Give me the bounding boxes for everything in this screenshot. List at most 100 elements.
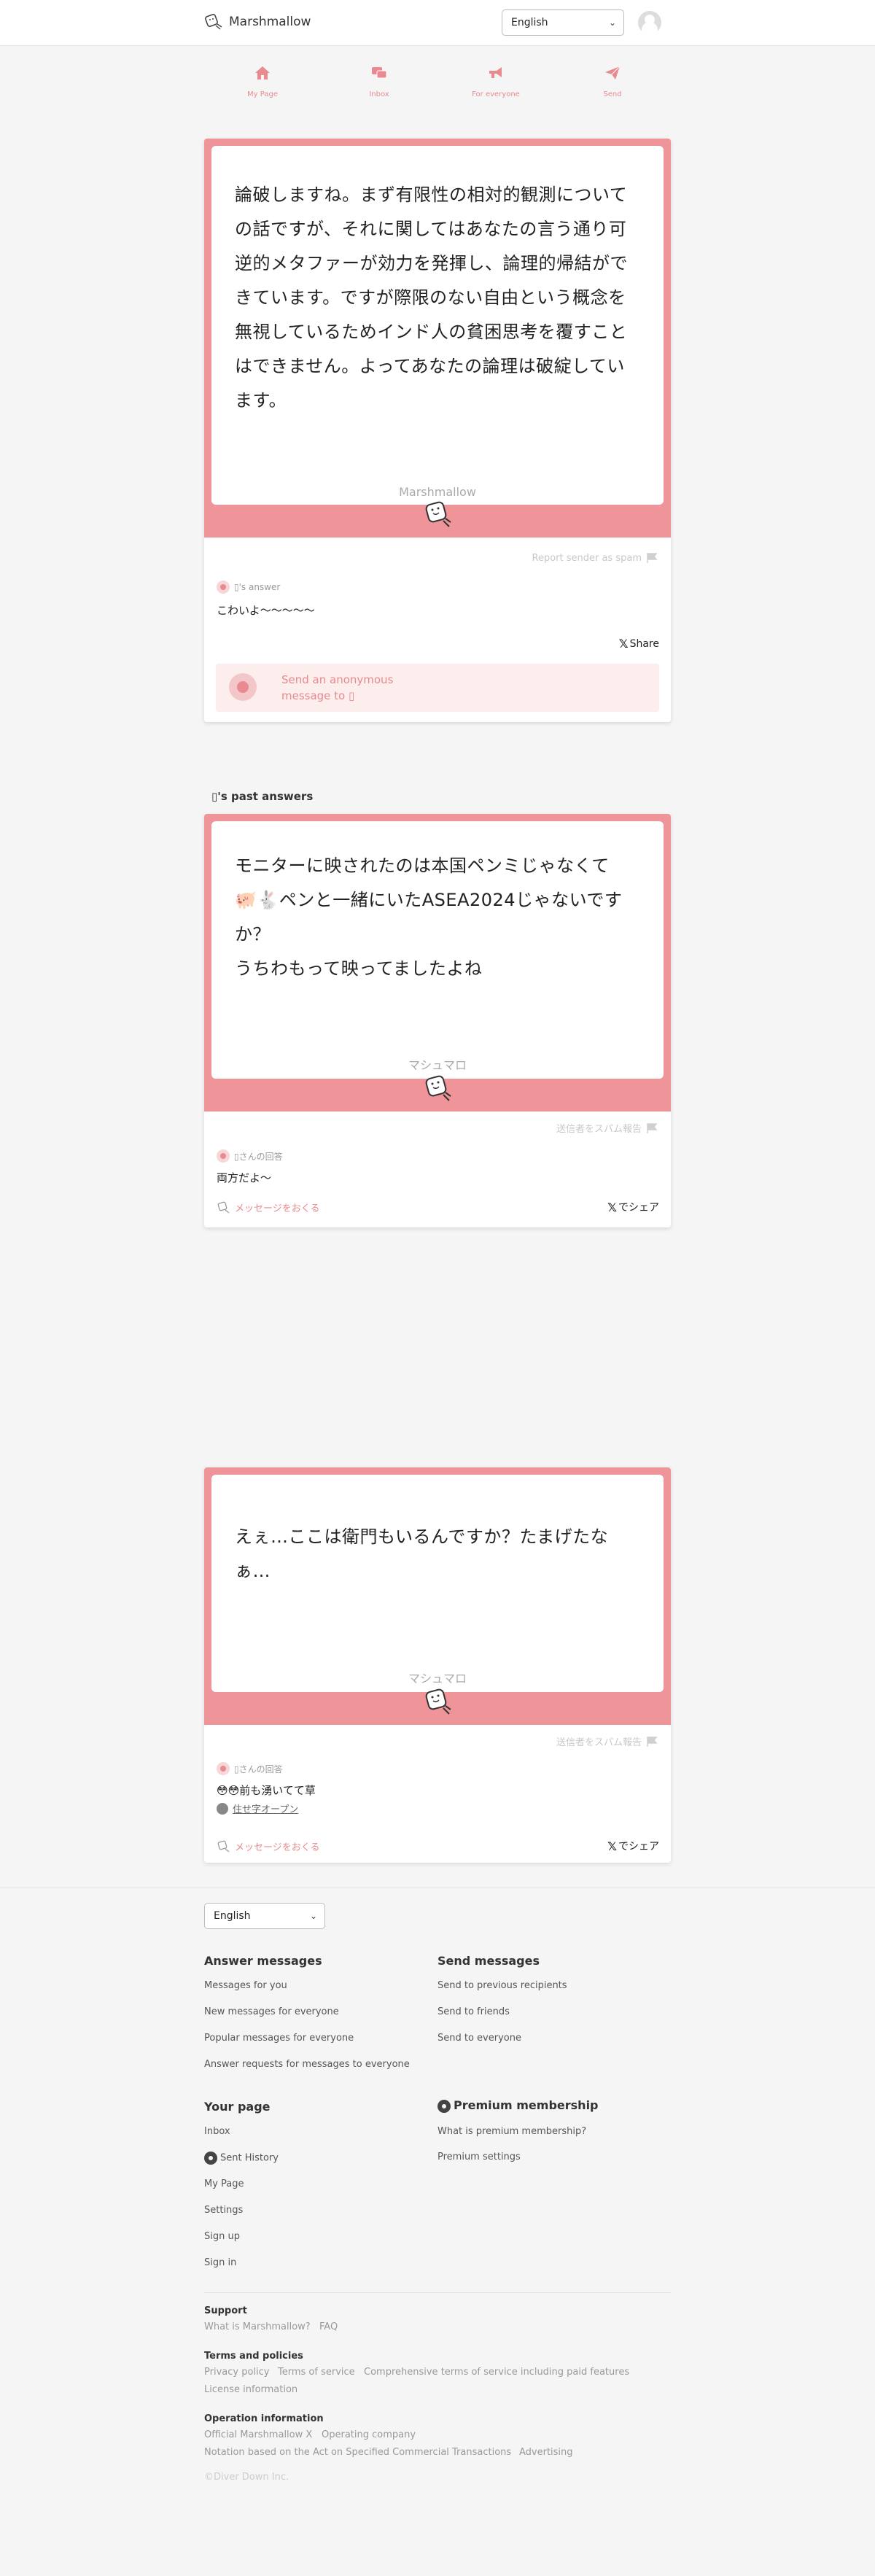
flag-icon — [647, 1736, 658, 1747]
answer-sub-line: 住せ字オープン — [217, 1801, 298, 1815]
footer-sent-history-link[interactable]: Sent History — [204, 2152, 279, 2165]
user-avatar[interactable] — [638, 11, 661, 34]
send-messages-title: Send messages — [438, 1954, 540, 1968]
footer-link[interactable]: Settings — [204, 2205, 243, 2216]
copyright: ©Diver Down Inc. — [204, 2472, 289, 2483]
footer-link[interactable]: Answer requests for messages to everyone — [204, 2059, 410, 2070]
message-inner: 論破しますね。まず有限性の相対的観測についての話ですが、それに関してはあなたの言… — [211, 146, 664, 505]
info-icon — [217, 1802, 228, 1815]
recipient-avatar — [229, 673, 257, 701]
answer-header: ▯'s answer — [204, 581, 280, 594]
answerer-avatar — [217, 1149, 230, 1163]
chevron-down-icon: ⌄ — [309, 1911, 317, 1921]
message-inner: えぇ…ここは衛門もいるんですか？たまげたな ぁ… マシュマロ — [211, 1475, 664, 1692]
flag-icon — [647, 553, 658, 563]
answer-text: 両方だよ〜 — [217, 1171, 272, 1184]
past-answer-card: モニターに映されたのは本国ペンミじゃなくて 🐖🐇ペンと一緒にいたASEA2024… — [204, 814, 671, 1227]
answer-label: ▯さんの回答 — [234, 1764, 283, 1774]
footer-link[interactable]: Send to previous recipients — [438, 1980, 567, 1991]
operation-title: Operation information — [204, 2413, 324, 2424]
share-label: Share — [629, 637, 659, 650]
footer-small-link[interactable]: Privacy policy — [204, 2367, 269, 2378]
footer-link[interactable]: Send to friends — [438, 2006, 510, 2017]
premium-badge-icon — [438, 2099, 451, 2113]
answer-sub-text[interactable]: 住せ字オープン — [233, 1801, 298, 1815]
language-value: English — [511, 17, 548, 28]
share-button[interactable]: 𝕏 Share — [619, 637, 659, 651]
message-line: 🐖🐇ペンと一緒にいたASEA2024じゃないです — [235, 890, 623, 910]
footer-small-link[interactable]: FAQ — [319, 2321, 338, 2332]
footer-small-link[interactable]: License information — [204, 2384, 298, 2395]
language-value: English — [214, 1910, 251, 1922]
footer-small-link[interactable]: Operating company — [322, 2429, 416, 2440]
nav-label: For everyone — [472, 90, 520, 98]
nav-label: My Page — [247, 90, 278, 98]
footer-link[interactable]: New messages for everyone — [204, 2006, 339, 2017]
nav-label: Send — [603, 90, 622, 98]
brand-name: Marshmallow — [229, 15, 311, 29]
nav-send[interactable]: Send — [554, 62, 671, 99]
marshmallow-small-icon — [217, 1201, 230, 1214]
share-button[interactable]: 𝕏 でシェア — [607, 1839, 659, 1853]
footer-small-link[interactable]: Comprehensive terms of service including… — [364, 2367, 629, 2378]
logo[interactable]: Marshmallow — [204, 13, 311, 31]
report-spam-link[interactable]: 送信者をスパム報告 — [556, 1734, 671, 1748]
premium-badge-icon — [204, 2152, 217, 2165]
footer-link[interactable]: My Page — [204, 2179, 244, 2189]
marshmallow-mascot-icon — [425, 501, 451, 527]
past-answer-card: えぇ…ここは衛門もいるんですか？たまげたな ぁ… マシュマロ 送信者をスパム報告… — [204, 1467, 671, 1863]
report-spam-link[interactable]: 送信者をスパム報告 — [556, 1121, 671, 1135]
send-message-link[interactable]: メッセージをおくる — [217, 1200, 319, 1214]
flag-icon — [647, 1122, 658, 1133]
answer-header: ▯さんの回答 — [204, 1149, 283, 1163]
message-line: うちわもって映ってましたよね — [235, 958, 483, 979]
send-label: メッセージをおくる — [235, 1203, 320, 1214]
footer-link[interactable]: Send to everyone — [438, 2033, 521, 2044]
footer-link[interactable]: Sign up — [204, 2231, 240, 2242]
send-anonymous-message-button[interactable]: Send an anonymous message to ▯ — [216, 664, 659, 712]
home-icon — [255, 66, 270, 79]
nav-inbox[interactable]: Inbox — [321, 62, 438, 99]
main-nav: My Page Inbox For everyone Send — [204, 62, 671, 99]
paper-plane-icon — [605, 66, 621, 79]
message-frame: えぇ…ここは衛門もいるんですか？たまげたな ぁ… マシュマロ — [204, 1467, 671, 1725]
answerer-avatar — [217, 581, 230, 594]
footer-small-link[interactable]: Terms of service — [278, 2367, 355, 2378]
inbox-icon — [372, 67, 387, 79]
footer-link[interactable]: What is premium membership? — [438, 2126, 586, 2137]
main-message-card: 論破しますね。まず有限性の相対的観測についての話ですが、それに関してはあなたの言… — [204, 139, 671, 722]
footer-small-link[interactable]: Notation based on the Act on Specified C… — [204, 2447, 511, 2458]
message-frame: モニターに映されたのは本国ペンミじゃなくて 🐖🐇ペンと一緒にいたASEA2024… — [204, 814, 671, 1112]
message-text: 論破しますね。まず有限性の相対的観測についての話ですが、それに関してはあなたの言… — [235, 185, 628, 411]
report-spam-link[interactable]: Report sender as spam — [532, 552, 672, 564]
message-inner: モニターに映されたのは本国ペンミじゃなくて 🐖🐇ペンと一緒にいたASEA2024… — [211, 821, 664, 1079]
message-line: か？ — [235, 924, 271, 944]
answer-text: 😳😳前も湧いてて草 — [217, 1784, 316, 1797]
footer-small-link[interactable]: Advertising — [519, 2447, 573, 2458]
message-brand: マシュマロ — [408, 1672, 467, 1685]
marshmallow-mascot-icon — [425, 1075, 451, 1101]
footer-link[interactable]: Sign in — [204, 2257, 236, 2268]
send-message-link[interactable]: メッセージをおくる — [217, 1839, 319, 1853]
footer-link[interactable]: Messages for you — [204, 1980, 287, 1991]
share-button[interactable]: 𝕏 でシェア — [607, 1200, 659, 1214]
footer-small-link[interactable]: What is Marshmallow? — [204, 2321, 311, 2332]
site-header: Marshmallow English ⌄ — [0, 0, 875, 46]
footer-small-link[interactable]: Official Marshmallow X — [204, 2429, 312, 2440]
nav-my-page[interactable]: My Page — [204, 62, 321, 99]
share-label: でシェア — [618, 1202, 659, 1214]
nav-for-everyone[interactable]: For everyone — [438, 62, 554, 99]
message-frame: 論破しますね。まず有限性の相対的観測についての話ですが、それに関してはあなたの言… — [204, 139, 671, 538]
footer-language-select[interactable]: English ⌄ — [204, 1903, 325, 1929]
footer-link[interactable]: Popular messages for everyone — [204, 2033, 354, 2044]
answer-text: こわいよ〜〜〜〜〜 — [217, 604, 315, 617]
message-brand: Marshmallow — [399, 485, 476, 499]
footer-link[interactable]: Inbox — [204, 2126, 230, 2137]
message-line: えぇ…ここは衛門もいるんですか？たまげたな — [235, 1526, 609, 1547]
answer-label: ▯'s answer — [234, 582, 281, 592]
send-label: メッセージをおくる — [235, 1842, 320, 1853]
message-line: ぁ… — [235, 1561, 271, 1581]
footer-divider — [204, 2292, 671, 2293]
footer-link[interactable]: Premium settings — [438, 2152, 521, 2162]
language-select[interactable]: English ⌄ — [502, 9, 624, 36]
